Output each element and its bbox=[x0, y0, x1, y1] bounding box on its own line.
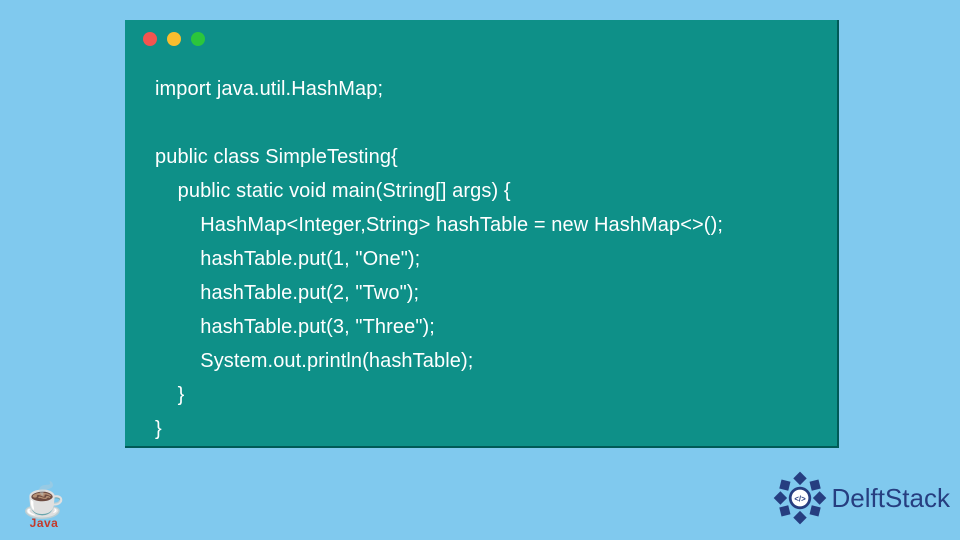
code-panel: import java.util.HashMap; public class S… bbox=[125, 20, 839, 448]
minimize-icon bbox=[167, 32, 181, 46]
java-logo: ☕ Java bbox=[20, 486, 68, 530]
window-titlebar bbox=[125, 20, 837, 58]
delftstack-emblem-icon: </> bbox=[772, 470, 828, 526]
maximize-icon bbox=[191, 32, 205, 46]
brand: </> DelftStack bbox=[772, 470, 951, 526]
code-tag-icon: </> bbox=[794, 494, 806, 503]
java-cup-icon: ☕ bbox=[20, 486, 68, 516]
brand-name: DelftStack bbox=[832, 483, 951, 514]
code-block: import java.util.HashMap; public class S… bbox=[125, 58, 837, 466]
close-icon bbox=[143, 32, 157, 46]
